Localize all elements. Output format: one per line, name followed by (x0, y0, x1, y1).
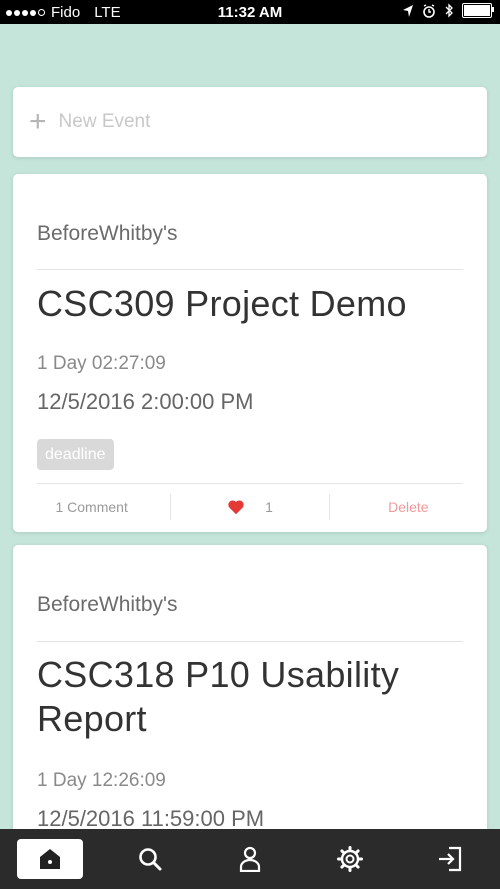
event-datetime: 12/5/2016 2:00:00 PM (37, 389, 254, 414)
event-countdown: 1 Day 02:27:09 (37, 353, 166, 374)
delete-button[interactable]: Delete (330, 483, 487, 531)
event-countdown: 1 Day 12:26:09 (37, 770, 166, 791)
heart-icon (228, 500, 244, 515)
bluetooth-icon (445, 3, 453, 18)
event-tag[interactable]: deadline (37, 439, 114, 470)
tab-settings[interactable] (317, 839, 383, 879)
event-title: CSC309 Project Demo (37, 283, 407, 324)
tab-logout[interactable] (417, 839, 483, 879)
search-icon (139, 848, 162, 871)
like-count: 1 (265, 499, 273, 515)
tab-profile[interactable] (217, 839, 283, 879)
gear-icon (337, 846, 363, 872)
logout-icon (439, 846, 462, 872)
status-icons (402, 3, 494, 18)
status-bar: Fido LTE 11:32 AM (0, 0, 500, 24)
location-arrow-icon (403, 4, 413, 17)
event-title: CSC318 P10 Usability Report (37, 654, 400, 739)
home-icon (40, 849, 60, 869)
event-author: BeforeWhitby's (37, 222, 178, 245)
battery-icon (462, 3, 494, 18)
event-card[interactable]: BeforeWhitby's CSC309 Project Demo 1 Day… (13, 174, 487, 532)
event-author: BeforeWhitby's (37, 593, 178, 616)
new-event-label: New Event (58, 111, 151, 132)
tab-bar (0, 829, 500, 889)
like-button[interactable]: 1 (171, 483, 328, 531)
tab-home[interactable] (17, 839, 83, 879)
plus-icon: + (29, 105, 47, 138)
comments-button[interactable]: 1 Comment (13, 483, 170, 531)
event-actions: 1 Comment 1 Delete (13, 483, 487, 531)
divider (37, 641, 463, 642)
divider (37, 269, 463, 270)
new-event-button[interactable]: + New Event (13, 87, 487, 157)
tab-search[interactable] (117, 839, 183, 879)
profile-icon (239, 846, 261, 872)
event-card[interactable]: BeforeWhitby's CSC318 P10 Usability Repo… (13, 545, 487, 845)
alarm-clock-icon (423, 3, 435, 18)
